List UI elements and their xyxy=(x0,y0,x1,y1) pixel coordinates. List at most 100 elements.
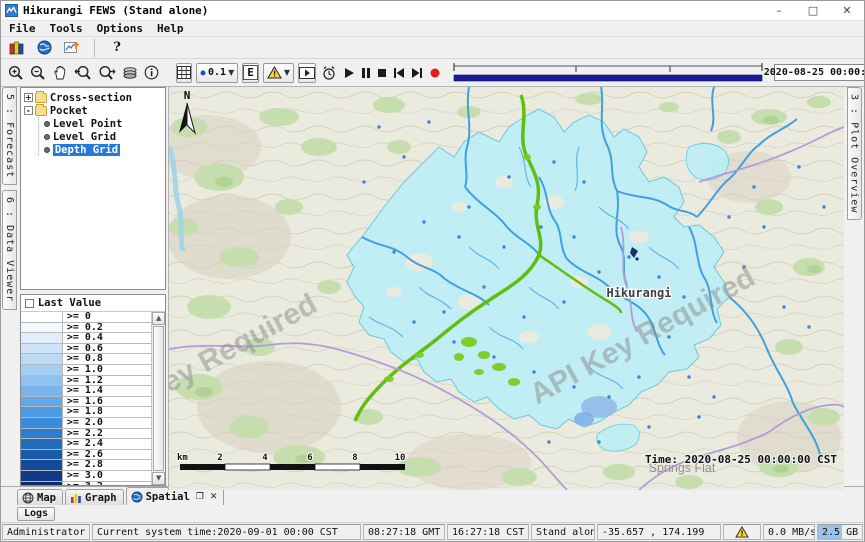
zoom-next-button[interactable] xyxy=(97,63,117,83)
pause-button[interactable] xyxy=(360,63,372,83)
info-icon xyxy=(144,65,159,80)
legend-color-swatch xyxy=(21,365,63,375)
left-tab-strip: 5 : Forecast 6 : Data Viewer xyxy=(1,87,18,486)
legend-row-label: >= 1.8 xyxy=(63,407,103,417)
legend-row[interactable]: >= 2.0 xyxy=(21,418,151,429)
scale-tick: 8 xyxy=(353,453,358,463)
status-warning[interactable] xyxy=(723,524,761,540)
tree-item-level-grid[interactable]: Level Grid xyxy=(39,130,165,143)
legend-row-label: >= 0.2 xyxy=(63,323,103,333)
legend-row-label: >= 2.4 xyxy=(63,439,103,449)
map-time-label: Time: 2020-08-25 00:00:00 CST xyxy=(645,453,837,466)
expand-icon[interactable]: + xyxy=(24,93,33,102)
scroll-up-icon[interactable]: ▲ xyxy=(152,312,165,325)
menu-file[interactable]: File xyxy=(9,22,36,35)
layers-icon xyxy=(122,66,138,80)
legend-color-swatch xyxy=(21,323,63,333)
tree-item-label: Level Grid xyxy=(53,131,116,143)
legend-row[interactable]: >= 3.0 xyxy=(21,471,151,482)
status-local-time: 16:27:18 CST xyxy=(447,524,529,540)
chevron-down-icon: ▼ xyxy=(228,68,234,77)
tab-graph[interactable]: Graph xyxy=(65,489,124,505)
animation-export-button[interactable] xyxy=(298,63,316,83)
scrollbar-thumb[interactable] xyxy=(153,326,164,471)
map-label-hikurangi: Hikurangi xyxy=(607,286,672,300)
timeline-slider[interactable] xyxy=(452,62,764,84)
tab-spatial-label: Spatial xyxy=(146,491,190,503)
tab-restore-icon[interactable]: ❐ xyxy=(196,492,204,502)
layers-button[interactable] xyxy=(121,63,139,83)
pause-icon xyxy=(361,67,371,79)
tree-item-label: Pocket xyxy=(50,105,88,117)
classification-label: E xyxy=(243,65,258,80)
tab-graph-label: Graph xyxy=(85,492,117,504)
legend-scrollbar[interactable]: ▲ ▼ xyxy=(151,312,165,485)
stop-button[interactable] xyxy=(376,63,388,83)
status-coordinates: -35.657 , 174.199 xyxy=(597,524,721,540)
tree-item-depth-grid[interactable]: Depth Grid xyxy=(39,143,165,156)
zoom-in-button[interactable] xyxy=(7,63,25,83)
last-value-checkbox[interactable] xyxy=(25,299,34,308)
window-title: Hikurangi FEWS (Stand alone) xyxy=(23,4,208,17)
maximize-button[interactable]: □ xyxy=(796,1,830,20)
map-display-button[interactable] xyxy=(34,38,54,58)
menu-options[interactable]: Options xyxy=(97,22,143,35)
scroll-down-icon[interactable]: ▼ xyxy=(152,472,165,485)
record-button[interactable] xyxy=(428,63,442,83)
toolbar-separator xyxy=(94,39,95,57)
legend-color-swatch xyxy=(21,397,63,407)
legend-row[interactable]: >= 1.0 xyxy=(21,365,151,376)
grid-display-button[interactable] xyxy=(176,63,192,83)
legend-row[interactable]: >= 0 xyxy=(21,312,151,323)
tab-plot-overview[interactable]: 3 : Plot Overview xyxy=(847,87,862,220)
menu-help[interactable]: Help xyxy=(157,22,184,35)
map-view[interactable]: N Hikurangi Springs Flat Time: 2020-08-2… xyxy=(168,87,843,490)
legend-row-label: >= 0.8 xyxy=(63,354,103,364)
tab-forecast[interactable]: 5 : Forecast xyxy=(2,87,17,185)
legend-color-swatch xyxy=(21,429,63,439)
app-window: Hikurangi FEWS (Stand alone) – □ ✕ File … xyxy=(0,0,865,542)
legend-color-swatch xyxy=(21,376,63,386)
play-button[interactable] xyxy=(342,63,356,83)
bar-chart-icon xyxy=(70,492,82,504)
step-forward-icon xyxy=(411,67,423,79)
label-threshold-dropdown[interactable]: 0.1 ▼ xyxy=(196,63,238,83)
legend-row-label: >= 0.6 xyxy=(63,344,103,354)
map-toolbar: 0.1 ▼ E ▼ xyxy=(1,59,864,87)
menu-bar: File Tools Options Help xyxy=(1,21,864,37)
warnings-dropdown[interactable]: ▼ xyxy=(263,63,294,83)
database-button[interactable] xyxy=(6,38,26,58)
tab-close-icon[interactable]: ✕ xyxy=(210,492,218,502)
tree-item-pocket[interactable]: - Pocket xyxy=(24,104,165,117)
app-logo-icon xyxy=(5,4,18,17)
logs-button[interactable]: Logs xyxy=(17,507,55,521)
tab-map[interactable]: Map xyxy=(17,489,63,505)
legend-row-label: >= 0 xyxy=(63,312,91,322)
legend-color-swatch xyxy=(21,407,63,417)
pan-button[interactable] xyxy=(51,63,69,83)
legend-row[interactable]: >= 3.2 xyxy=(21,482,151,486)
menu-tools[interactable]: Tools xyxy=(50,22,83,35)
timeseries-dialog-button[interactable] xyxy=(62,38,82,58)
tree-item-level-point[interactable]: Level Point xyxy=(39,117,165,130)
legend-row-label: >= 2.0 xyxy=(63,418,103,428)
help-button[interactable]: ? xyxy=(107,38,127,58)
status-user: Administrator xyxy=(2,524,90,540)
close-button[interactable]: ✕ xyxy=(830,1,864,20)
info-button[interactable] xyxy=(143,63,160,83)
collapse-icon[interactable]: - xyxy=(24,106,33,115)
step-forward-button[interactable] xyxy=(410,63,424,83)
legend-color-swatch xyxy=(21,354,63,364)
layer-bullet-icon xyxy=(44,134,50,140)
zoom-out-button[interactable] xyxy=(29,63,47,83)
zoom-previous-button[interactable] xyxy=(73,63,93,83)
zoom-next-icon xyxy=(98,65,116,81)
step-backward-button[interactable] xyxy=(392,63,406,83)
animation-settings-button[interactable] xyxy=(320,63,338,83)
classification-button[interactable]: E xyxy=(242,63,259,83)
tab-data-viewer[interactable]: 6 : Data Viewer xyxy=(2,190,17,309)
legend-color-swatch xyxy=(21,333,63,343)
minimize-button[interactable]: – xyxy=(762,1,796,20)
tree-item-cross-section[interactable]: + Cross-section xyxy=(24,91,165,104)
layer-bullet-icon xyxy=(44,147,50,153)
